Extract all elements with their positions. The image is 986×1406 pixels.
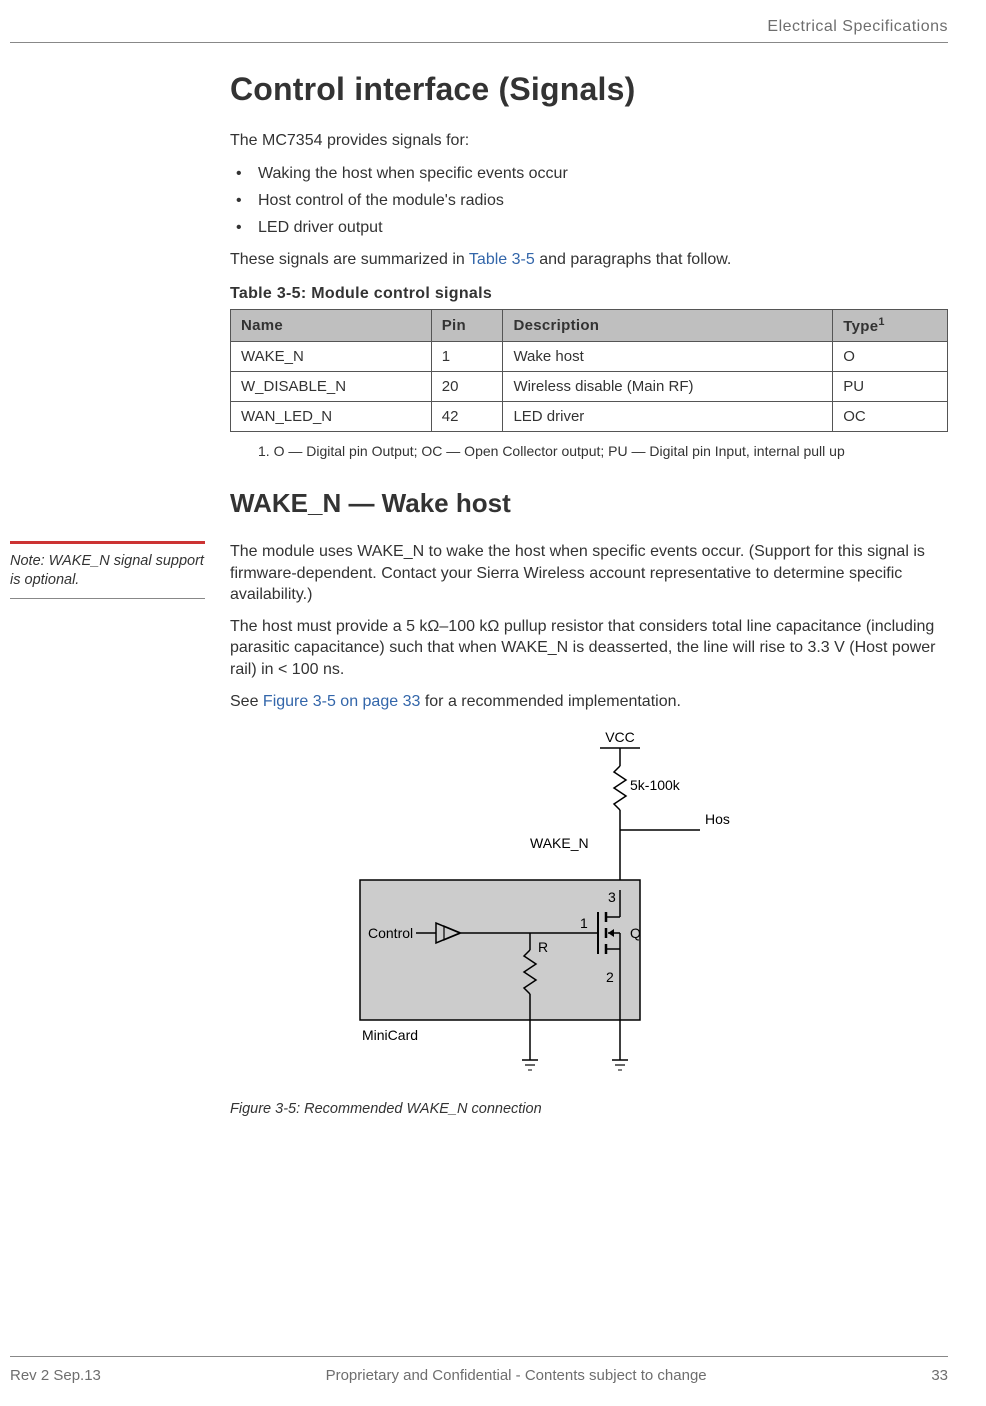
wake-paragraph-1: The module uses WAKE_N to wake the host … (230, 541, 948, 606)
label-wake-n: WAKE_N (530, 835, 589, 851)
table-row: WAN_LED_N 42 LED driver OC (231, 401, 948, 431)
td-name: WAN_LED_N (231, 401, 432, 431)
td-name: W_DISABLE_N (231, 371, 432, 401)
footer-confidential: Proprietary and Confidential - Contents … (326, 1367, 707, 1384)
wake-paragraph-3: See Figure 3-5 on page 33 for a recommen… (230, 691, 948, 713)
td-desc: Wake host (503, 341, 833, 371)
intro-paragraph: The MC7354 provides signals for: (230, 130, 948, 152)
td-desc: LED driver (503, 401, 833, 431)
summary-pre: These signals are summarized in (230, 251, 469, 268)
td-desc: Wireless disable (Main RF) (503, 371, 833, 401)
page-footer: Rev 2 Sep.13 Proprietary and Confidentia… (10, 1356, 948, 1384)
side-note-top-rule (10, 541, 205, 544)
table-row: W_DISABLE_N 20 Wireless disable (Main RF… (231, 371, 948, 401)
bullet-item: Waking the host when specific events occ… (230, 162, 948, 185)
side-note: Note: WAKE_N signal support is optional. (10, 541, 205, 599)
label-q: Q (630, 925, 641, 941)
feature-bullets: Waking the host when specific events occ… (230, 162, 948, 240)
label-pullup-resistor: 5k-100k (630, 777, 681, 793)
td-pin: 42 (431, 401, 503, 431)
td-type: O (833, 341, 948, 371)
label-pin3: 3 (608, 889, 616, 905)
summary-post: and paragraphs that follow. (535, 251, 732, 268)
th-description: Description (503, 309, 833, 341)
label-pin1: 1 (580, 915, 588, 931)
label-pin2: 2 (606, 969, 614, 985)
table-footnote: 1. O — Digital pin Output; OC — Open Col… (258, 442, 948, 460)
side-note-text: Note: WAKE_N signal support is optional. (10, 553, 204, 588)
th-type: Type1 (833, 309, 948, 341)
bullet-item: Host control of the module's radios (230, 189, 948, 212)
label-host: Host (705, 811, 730, 827)
table-row: WAKE_N 1 Wake host O (231, 341, 948, 371)
table-cross-ref-link[interactable]: Table 3-5 (469, 251, 535, 268)
module-control-signals-table: Name Pin Description Type1 WAKE_N 1 Wake… (230, 309, 948, 432)
label-r: R (538, 939, 548, 955)
summary-paragraph: These signals are summarized in Table 3-… (230, 249, 948, 271)
label-minicard: MiniCard (362, 1027, 418, 1043)
section-title: Control interface (Signals) (230, 71, 948, 108)
figure-cross-ref-link[interactable]: Figure 3-5 on page 33 (263, 693, 420, 710)
side-note-bottom-rule (10, 598, 205, 599)
footer-page-number: 33 (931, 1367, 948, 1384)
footer-rule (10, 1356, 948, 1357)
wake-paragraph-2: The host must provide a 5 kΩ–100 kΩ pull… (230, 616, 948, 681)
bullet-item: LED driver output (230, 216, 948, 239)
th-name: Name (231, 309, 432, 341)
td-type: PU (833, 371, 948, 401)
header-rule (10, 42, 948, 43)
th-pin: Pin (431, 309, 503, 341)
td-pin: 20 (431, 371, 503, 401)
label-control: Control (368, 925, 413, 941)
subsection-title: WAKE_N — Wake host (230, 488, 948, 519)
figure-caption: Figure 3-5: Recommended WAKE_N connectio… (230, 1101, 730, 1117)
table-caption: Table 3-5: Module control signals (230, 285, 948, 303)
header-section-label: Electrical Specifications (10, 18, 948, 36)
td-type: OC (833, 401, 948, 431)
footer-revision: Rev 2 Sep.13 (10, 1367, 101, 1384)
td-pin: 1 (431, 341, 503, 371)
figure-wake-n-connection: VCC 5k-100k Host WAKE_N MiniCard Contr (230, 730, 730, 1117)
td-name: WAKE_N (231, 341, 432, 371)
label-vcc: VCC (605, 730, 635, 745)
